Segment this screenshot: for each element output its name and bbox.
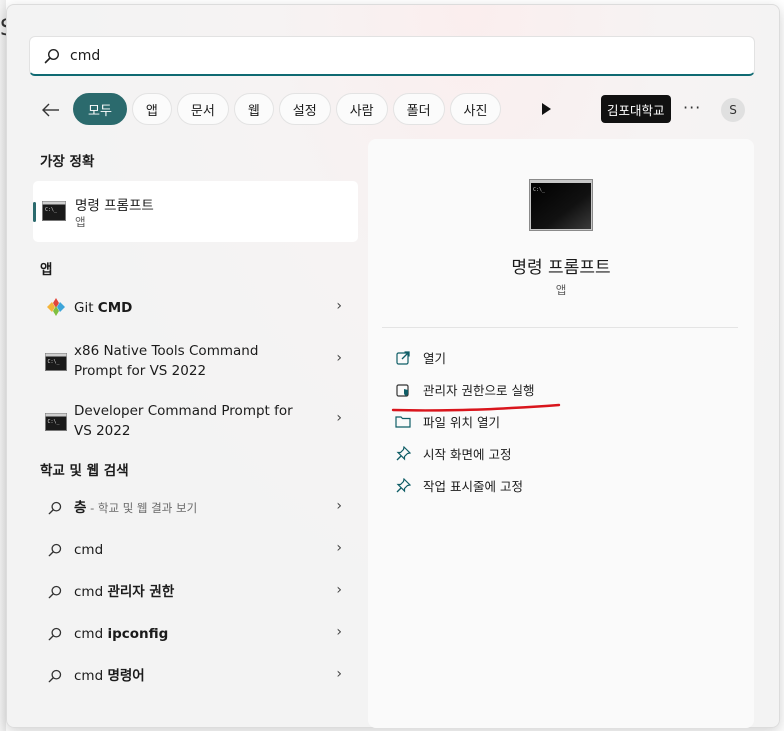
list-item[interactable]: Git CMD › — [33, 287, 358, 327]
chevron-right-icon: › — [336, 582, 342, 598]
label-plain: cmd — [74, 584, 108, 600]
list-item-label: cmd 관리자 권한 — [74, 582, 174, 602]
filter-chip-web[interactable]: 웹 — [233, 93, 274, 125]
search-icon — [48, 669, 62, 683]
command-prompt-icon: C:\_ — [42, 201, 66, 221]
chevron-right-icon: › — [336, 540, 342, 556]
filter-chip-settings[interactable]: 설정 — [278, 93, 331, 125]
label-plain: Git — [74, 300, 98, 316]
label-plain: cmd — [74, 542, 104, 558]
pin-icon — [395, 446, 411, 462]
search-icon — [48, 501, 62, 515]
chevron-right-icon: › — [336, 666, 342, 682]
label-line-2: VS 2022 — [74, 423, 131, 439]
best-match-title: 명령 프롬프트 — [75, 198, 154, 214]
filter-chip-people[interactable]: 사람 — [335, 93, 388, 125]
label-plain: cmd — [74, 626, 108, 642]
svg-text:C:\_: C:\_ — [533, 187, 546, 193]
web-search-heading: 학교 및 웹 검색 — [40, 463, 129, 479]
filter-chip-apps[interactable]: 앱 — [131, 93, 172, 125]
search-icon — [48, 585, 62, 599]
label-hint: - 학교 및 웹 결과 보기 — [86, 501, 198, 515]
chevron-right-icon: › — [336, 624, 342, 640]
action-pin-to-start[interactable]: 시작 화면에 고정 — [395, 444, 511, 463]
label-line-2: Prompt for VS 2022 — [74, 363, 207, 379]
filter-chip-folders[interactable]: 폴더 — [392, 93, 445, 125]
folder-icon — [395, 414, 411, 430]
label-bold: 관리자 권한 — [107, 584, 175, 600]
action-label: 관리자 권한으로 실행 — [423, 383, 535, 398]
more-options-icon[interactable]: ··· — [683, 98, 701, 117]
chevron-right-icon: › — [336, 350, 342, 366]
list-item-label: Git CMD — [74, 298, 132, 318]
action-run-as-admin[interactable]: 관리자 권한으로 실행 — [395, 380, 534, 399]
filter-chips: 모두 앱 문서 웹 설정 사람 폴더 사진 — [73, 93, 502, 125]
list-item[interactable]: cmd › — [33, 531, 358, 569]
command-prompt-icon: C:\_ — [45, 413, 67, 431]
search-panel: cmd 모두 앱 문서 웹 설정 사람 폴더 사진 김포대학교 ··· S 가장… — [6, 4, 780, 728]
play-icon — [542, 103, 551, 115]
label-bold: 명령어 — [107, 668, 145, 684]
label-bold: 층 — [74, 500, 87, 516]
more-filters-button[interactable] — [536, 99, 556, 119]
best-match-subtitle: 앱 — [75, 215, 86, 229]
action-label: 작업 표시줄에 고정 — [423, 479, 523, 494]
list-item[interactable]: 층 - 학교 및 웹 결과 보기 › — [33, 489, 358, 527]
label-bold: ipconfig — [107, 626, 169, 642]
list-item-label: cmd ipconfig — [74, 624, 168, 644]
label-line-1: x86 Native Tools Command — [74, 343, 259, 359]
svg-text:C:\_: C:\_ — [45, 207, 58, 213]
list-item[interactable]: C:\_ x86 Native Tools Command Prompt for… — [33, 337, 358, 387]
best-match-card[interactable]: C:\_ 명령 프롬프트 앱 — [33, 181, 358, 242]
label-plain: cmd — [74, 668, 108, 684]
action-pin-to-taskbar[interactable]: 작업 표시줄에 고정 — [395, 476, 523, 495]
list-item-label: cmd — [74, 540, 103, 560]
filter-chip-all[interactable]: 모두 — [73, 93, 127, 125]
detail-pane: C:\_ 명령 프롬프트 앱 열기 관리자 권한으로 실행 파일 위치 열기 시… — [368, 139, 754, 728]
list-item[interactable]: cmd 관리자 권한 › — [33, 573, 358, 611]
action-label: 시작 화면에 고정 — [423, 447, 512, 462]
search-input[interactable]: cmd — [70, 48, 100, 64]
filter-chip-photos[interactable]: 사진 — [449, 93, 502, 125]
command-prompt-icon: C:\_ — [45, 353, 67, 371]
detail-title: 명령 프롬프트 — [511, 258, 611, 278]
chevron-right-icon: › — [336, 498, 342, 514]
action-open[interactable]: 열기 — [395, 348, 446, 367]
list-item-label: cmd 명령어 — [74, 666, 145, 686]
divider — [382, 327, 738, 328]
search-icon — [44, 48, 60, 63]
pin-icon — [395, 478, 411, 494]
chevron-right-icon: › — [336, 298, 342, 314]
label-bold: CMD — [97, 300, 133, 316]
apps-heading: 앱 — [40, 262, 53, 278]
label-line-1: Developer Command Prompt for — [74, 403, 293, 419]
selection-indicator — [33, 202, 36, 222]
list-item-label: x86 Native Tools Command Prompt for VS 2… — [74, 341, 258, 381]
organization-chip[interactable]: 김포대학교 — [601, 95, 671, 123]
search-icon — [48, 627, 62, 641]
command-prompt-icon: C:\_ — [529, 179, 593, 231]
avatar[interactable]: S — [721, 98, 745, 122]
action-label: 열기 — [423, 351, 447, 366]
list-item[interactable]: cmd 명령어 › — [33, 657, 358, 695]
annotation-underline — [391, 403, 561, 412]
filter-chip-documents[interactable]: 문서 — [176, 93, 229, 125]
list-item[interactable]: C:\_ Developer Command Prompt for VS 202… — [33, 397, 358, 447]
list-item-label: 층 - 학교 및 웹 결과 보기 — [74, 498, 197, 518]
list-item-label: Developer Command Prompt for VS 2022 — [74, 401, 293, 441]
shield-icon — [395, 382, 411, 398]
svg-text:C:\_: C:\_ — [48, 419, 61, 425]
git-icon — [47, 298, 65, 316]
back-button[interactable] — [39, 98, 63, 122]
detail-subtitle: 앱 — [555, 283, 567, 297]
open-external-icon — [395, 350, 411, 366]
best-match-heading: 가장 정확 — [40, 154, 95, 170]
search-box[interactable]: cmd — [29, 36, 755, 76]
arrow-left-icon — [42, 103, 59, 117]
chevron-right-icon: › — [336, 410, 342, 426]
svg-text:C:\_: C:\_ — [48, 359, 61, 365]
search-icon — [48, 543, 62, 557]
list-item[interactable]: cmd ipconfig › — [33, 615, 358, 653]
